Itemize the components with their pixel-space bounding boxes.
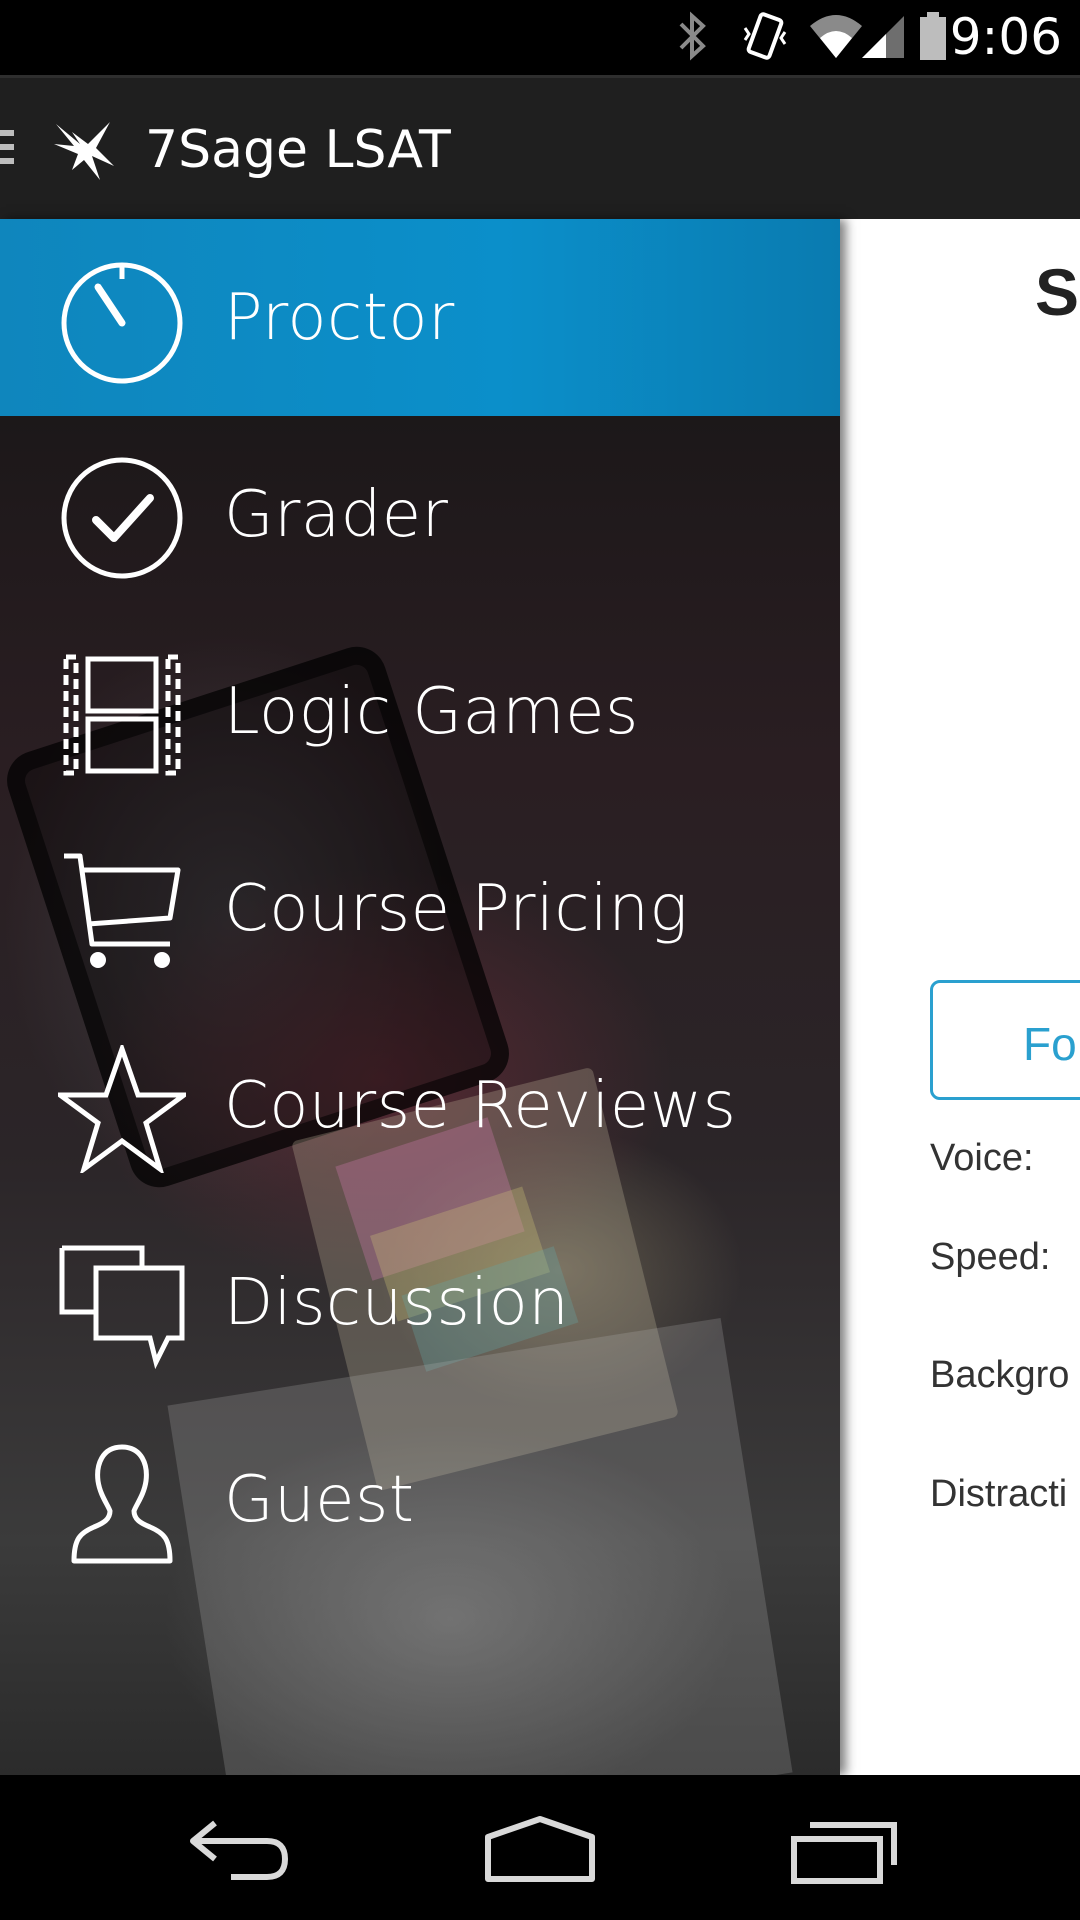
drawer-item-discussion[interactable]: Discussion: [0, 1204, 840, 1401]
wifi-icon: [810, 15, 862, 58]
check-circle-icon: [61, 457, 183, 579]
user-icon: [71, 1444, 173, 1564]
drawer-item-course-pricing[interactable]: Course Pricing: [0, 810, 840, 1007]
7sage-bird-logo[interactable]: [50, 114, 120, 184]
navigation-drawer: Proctor Grader Logic Games Course Pricin…: [0, 219, 840, 1775]
drawer-item-label: Logic Games: [224, 675, 639, 749]
drawer-item-label: Proctor: [224, 281, 455, 355]
film-strip-icon: [63, 654, 181, 776]
drawer-item-grader[interactable]: Grader: [0, 416, 840, 613]
drawer-item-label: Guest: [224, 1463, 415, 1537]
distraction-label: Distracti: [930, 1473, 1068, 1515]
vibrate-icon: [743, 12, 787, 60]
panel-heading: Se: [1035, 255, 1080, 329]
bluetooth-icon: [679, 11, 706, 61]
status-time: 9:06: [949, 8, 1062, 66]
speed-label: Speed:: [930, 1236, 1051, 1278]
drawer-item-proctor[interactable]: Proctor: [0, 219, 840, 416]
app-bar: 7Sage LSAT: [0, 75, 1080, 219]
drawer-item-course-reviews[interactable]: Course Reviews: [0, 1007, 840, 1204]
app-title: 7Sage LSAT: [145, 120, 451, 180]
voice-label: Voice:: [930, 1137, 1034, 1179]
drawer-item-logic-games[interactable]: Logic Games: [0, 613, 840, 810]
background-label: Backgro: [930, 1354, 1070, 1396]
system-nav-bar: [0, 1775, 1080, 1920]
drawer-item-label: Course Reviews: [224, 1069, 737, 1143]
stopwatch-icon: [61, 262, 183, 384]
recents-icon[interactable]: [790, 1815, 900, 1885]
drawer-item-label: Discussion: [224, 1266, 570, 1340]
settings-panel: Se Fo Voice: Speed: Backgro Distracti: [840, 219, 1080, 1775]
drawer-item-guest[interactable]: Guest: [0, 1401, 840, 1598]
battery-icon: [920, 12, 946, 60]
hamburger-icon[interactable]: [0, 130, 14, 170]
chat-bubbles-icon: [59, 1245, 185, 1370]
home-icon[interactable]: [485, 1815, 595, 1885]
star-icon: [58, 1045, 186, 1173]
drawer-item-label: Grader: [224, 478, 449, 552]
back-icon[interactable]: [185, 1815, 295, 1885]
primary-outline-button[interactable]: Fo: [930, 980, 1080, 1100]
status-bar: 9:06: [0, 0, 1080, 75]
drawer-item-label: Course Pricing: [224, 872, 689, 946]
cell-signal-icon: [862, 16, 904, 58]
cart-icon: [64, 853, 181, 968]
